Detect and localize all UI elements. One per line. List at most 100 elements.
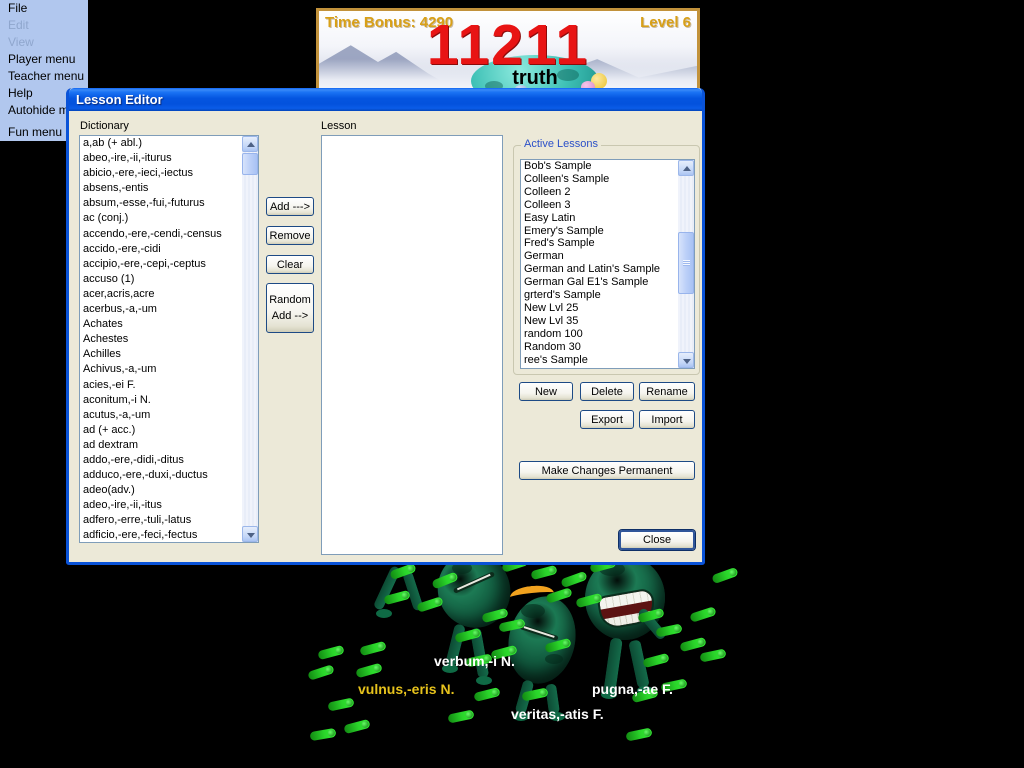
dictionary-item[interactable]: adficio,-ere,-feci,-fectus	[80, 528, 241, 542]
make-changes-permanent-button[interactable]: Make Changes Permanent	[519, 461, 695, 480]
active-lesson-item[interactable]: Random 30	[521, 341, 677, 354]
scroll-down-button[interactable]	[678, 352, 694, 368]
active-lesson-item[interactable]: German and Latin's Sample	[521, 263, 677, 276]
dictionary-item[interactable]: Achivus,-a,-um	[80, 362, 241, 377]
active-lesson-item[interactable]: Easy Latin	[521, 212, 677, 225]
scrollbar-thumb[interactable]	[678, 232, 694, 294]
dictionary-item[interactable]: Achates	[80, 317, 241, 332]
dictionary-scrollbar[interactable]	[242, 136, 258, 542]
rename-button[interactable]: Rename	[639, 382, 695, 401]
dialog-titlebar[interactable]: Lesson Editor	[69, 88, 702, 111]
dictionary-item[interactable]: aconitum,-i N.	[80, 393, 241, 408]
active-lesson-item[interactable]: Colleen 2	[521, 186, 677, 199]
lesson-editor-dialog: Lesson Editor Dictionary a,ab (+ abl.) ab…	[66, 88, 705, 565]
slug-creature	[355, 662, 383, 679]
random-add-label-1: Random	[269, 294, 311, 306]
slug-creature	[530, 564, 558, 581]
scroll-down-button[interactable]	[242, 526, 258, 542]
new-button[interactable]: New	[519, 382, 573, 401]
dictionary-item[interactable]: accuso (1)	[80, 272, 241, 287]
remove-button[interactable]: Remove	[266, 226, 314, 245]
active-lesson-item[interactable]: ree's Sample	[521, 354, 677, 367]
active-lessons-group: Active Lessons Bob's Sample Colleen's Sam…	[513, 138, 700, 375]
slug-creature	[689, 606, 717, 623]
menu-item-player-menu[interactable]: Player menu	[0, 51, 88, 68]
menu-item-file[interactable]: File	[0, 0, 88, 17]
menu-item-edit: Edit	[8, 18, 29, 32]
active-lesson-item[interactable]: Fred's Sample	[521, 237, 677, 250]
dictionary-item[interactable]: accipio,-ere,-cepi,-ceptus	[80, 257, 241, 272]
scroll-up-button[interactable]	[242, 136, 258, 152]
active-lesson-item[interactable]: Bob's Sample	[521, 160, 677, 173]
dictionary-listbox[interactable]: a,ab (+ abl.) abeo,-ire,-ii,-iturus abicio…	[79, 135, 259, 543]
game-screen: verbum,-i N. vulnus,-eris N. pugna,-ae F. v…	[0, 0, 1024, 768]
score-value: 11211	[426, 13, 590, 77]
dictionary-item[interactable]: acutus,-a,-um	[80, 408, 241, 423]
dictionary-items: a,ab (+ abl.) abeo,-ire,-ii,-iturus abicio…	[80, 136, 241, 542]
add-button[interactable]: Add --->	[266, 197, 314, 216]
slug-creature	[642, 652, 670, 669]
menu-item-view: View	[8, 35, 34, 49]
dictionary-label: Dictionary	[80, 120, 129, 132]
dictionary-item[interactable]: ad (+ acc.)	[80, 423, 241, 438]
lesson-label: Lesson	[321, 120, 357, 132]
dictionary-item[interactable]: accendo,-ere,-cendi,-census	[80, 227, 241, 242]
active-lessons-listbox[interactable]: Bob's Sample Colleen's Sample Colleen 2 Col…	[520, 159, 695, 369]
dictionary-item[interactable]: ac (conj.)	[80, 211, 241, 226]
dictionary-item[interactable]: adeo,-ire,-ii,-itus	[80, 498, 241, 513]
slug-creature	[343, 718, 371, 735]
menu-item-teacher-menu[interactable]: Teacher menu	[0, 68, 88, 85]
clear-button[interactable]: Clear	[266, 255, 314, 274]
dictionary-item[interactable]: Achilles	[80, 347, 241, 362]
game-header: truth Time Bonus: 4290 Level 6 11211	[316, 8, 700, 92]
dictionary-item[interactable]: accido,-ere,-cidi	[80, 242, 241, 257]
dictionary-item[interactable]: acies,-ei F.	[80, 378, 241, 393]
active-lesson-item[interactable]: German	[521, 250, 677, 263]
active-lesson-item[interactable]: Colleen's Sample	[521, 173, 677, 186]
close-button[interactable]: Close	[619, 530, 695, 550]
dictionary-item[interactable]: absens,-entis	[80, 181, 241, 196]
export-button[interactable]: Export	[580, 410, 634, 429]
dictionary-item[interactable]: ad dextram	[80, 438, 241, 453]
dictionary-item[interactable]: abicio,-ere,-ieci,-iectus	[80, 166, 241, 181]
active-lesson-item[interactable]: Emery's Sample	[521, 225, 677, 238]
dictionary-item[interactable]: addo,-ere,-didi,-ditus	[80, 453, 241, 468]
dictionary-item[interactable]: adduco,-ere,-duxi,-ductus	[80, 468, 241, 483]
slug-creature	[711, 566, 739, 585]
dictionary-item[interactable]: abeo,-ire,-ii,-iturus	[80, 151, 241, 166]
slug-creature	[473, 686, 501, 703]
active-lesson-item[interactable]: Colleen 3	[521, 199, 677, 212]
slug-creature	[307, 664, 335, 681]
monster-head	[500, 590, 584, 690]
active-lesson-item[interactable]: random 100	[521, 328, 677, 341]
active-lesson-item[interactable]: grterd's Sample	[521, 289, 677, 302]
slug-creature	[447, 709, 475, 724]
dictionary-item[interactable]: a,ab (+ abl.)	[80, 136, 241, 151]
import-button[interactable]: Import	[639, 410, 695, 429]
dictionary-item[interactable]: absum,-esse,-fui,-futurus	[80, 196, 241, 211]
scroll-up-button[interactable]	[678, 160, 694, 176]
slug-creature	[327, 697, 355, 712]
word-label: verbum,-i N.	[434, 653, 515, 669]
lesson-listbox[interactable]	[321, 135, 503, 555]
word-label: pugna,-ae F.	[592, 681, 673, 697]
slug-creature	[309, 727, 337, 742]
active-lessons-scrollbar[interactable]	[678, 160, 694, 368]
active-lessons-items: Bob's Sample Colleen's Sample Colleen 2 Col…	[521, 160, 677, 368]
delete-button[interactable]: Delete	[580, 382, 634, 401]
dictionary-item[interactable]: acer,acris,acre	[80, 287, 241, 302]
dictionary-item[interactable]: Achestes	[80, 332, 241, 347]
active-lesson-item[interactable]: New Lvl 35	[521, 315, 677, 328]
scrollbar-thumb[interactable]	[242, 153, 258, 175]
random-add-button[interactable]: Random Add -->	[266, 283, 314, 333]
slug-creature	[560, 570, 588, 589]
active-lesson-item[interactable]: New Lvl 25	[521, 302, 677, 315]
slug-creature	[625, 727, 653, 742]
active-lesson-item[interactable]: German Gal E1's Sample	[521, 276, 677, 289]
active-lessons-label: Active Lessons	[521, 138, 601, 150]
slug-creature	[359, 640, 387, 657]
slug-creature	[679, 636, 707, 653]
dictionary-item[interactable]: adfero,-erre,-tuli,-latus	[80, 513, 241, 528]
dictionary-item[interactable]: acerbus,-a,-um	[80, 302, 241, 317]
dictionary-item[interactable]: adeo(adv.)	[80, 483, 241, 498]
